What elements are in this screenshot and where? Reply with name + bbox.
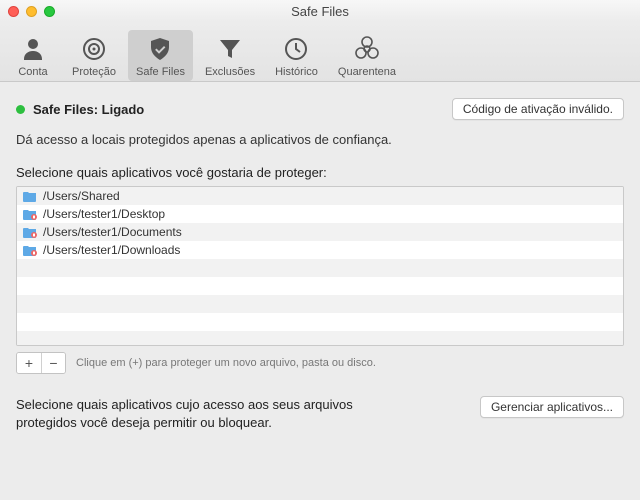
shield-check-icon xyxy=(146,34,174,64)
tab-account[interactable]: Conta xyxy=(6,30,60,81)
path-text: /Users/tester1/Desktop xyxy=(43,207,165,221)
list-item[interactable]: /Users/Shared xyxy=(17,187,623,205)
biohazard-icon xyxy=(353,34,381,64)
status-dot-icon xyxy=(16,105,25,114)
folder-icon xyxy=(23,208,37,220)
manage-description: Selecione quais aplicativos cujo acesso … xyxy=(16,396,376,431)
folder-icon xyxy=(23,190,37,202)
close-icon[interactable] xyxy=(8,6,19,17)
path-text: /Users/tester1/Documents xyxy=(43,225,182,239)
list-item[interactable] xyxy=(17,313,623,331)
tab-label: Proteção xyxy=(72,66,116,78)
window-title: Safe Files xyxy=(0,4,640,19)
clock-icon xyxy=(282,34,310,64)
list-item[interactable] xyxy=(17,295,623,313)
remove-button[interactable]: − xyxy=(41,353,65,373)
minimize-icon[interactable] xyxy=(26,6,37,17)
activation-code-button[interactable]: Código de ativação inválido. xyxy=(452,98,624,120)
list-item[interactable] xyxy=(17,331,623,346)
target-icon xyxy=(80,34,108,64)
folder-icon xyxy=(23,226,37,238)
list-item[interactable]: /Users/tester1/Desktop xyxy=(17,205,623,223)
add-remove-bar: + − Clique em (+) para proteger um novo … xyxy=(16,352,624,374)
list-item[interactable]: /Users/tester1/Documents xyxy=(17,223,623,241)
tab-label: Histórico xyxy=(275,66,318,78)
tab-history[interactable]: Histórico xyxy=(267,30,326,81)
manage-section: Selecione quais aplicativos cujo acesso … xyxy=(16,396,624,431)
toolbar: Conta Proteção Safe Files Exclusões Hist… xyxy=(0,22,640,82)
protected-paths-list[interactable]: /Users/Shared/Users/tester1/Desktop/User… xyxy=(16,186,624,346)
status-text: Safe Files: Ligado xyxy=(33,102,144,117)
zoom-icon[interactable] xyxy=(44,6,55,17)
list-item[interactable]: /Users/tester1/Downloads xyxy=(17,241,623,259)
tab-quarantine[interactable]: Quarentena xyxy=(330,30,404,81)
plus-minus-control: + − xyxy=(16,352,66,374)
window-controls xyxy=(8,6,55,17)
list-item[interactable] xyxy=(17,259,623,277)
add-button[interactable]: + xyxy=(17,353,41,373)
status-row: Safe Files: Ligado Código de ativação in… xyxy=(16,98,624,120)
titlebar: Safe Files xyxy=(0,0,640,22)
manage-apps-button[interactable]: Gerenciar aplicativos... xyxy=(480,396,624,418)
description-text: Dá acesso a locais protegidos apenas a a… xyxy=(16,132,624,147)
add-remove-hint: Clique em (+) para proteger um novo arqu… xyxy=(76,357,376,369)
tab-label: Conta xyxy=(18,66,47,78)
path-text: /Users/Shared xyxy=(43,189,120,203)
tab-label: Safe Files xyxy=(136,66,185,78)
list-item[interactable] xyxy=(17,277,623,295)
tab-protection[interactable]: Proteção xyxy=(64,30,124,81)
path-text: /Users/tester1/Downloads xyxy=(43,243,180,257)
content-area: Safe Files: Ligado Código de ativação in… xyxy=(0,82,640,439)
list-heading: Selecione quais aplicativos você gostari… xyxy=(16,165,624,180)
funnel-icon xyxy=(216,34,244,64)
tab-label: Exclusões xyxy=(205,66,255,78)
user-icon xyxy=(19,34,47,64)
tab-label: Quarentena xyxy=(338,66,396,78)
tab-safe-files[interactable]: Safe Files xyxy=(128,30,193,81)
tab-exclusions[interactable]: Exclusões xyxy=(197,30,263,81)
folder-icon xyxy=(23,244,37,256)
